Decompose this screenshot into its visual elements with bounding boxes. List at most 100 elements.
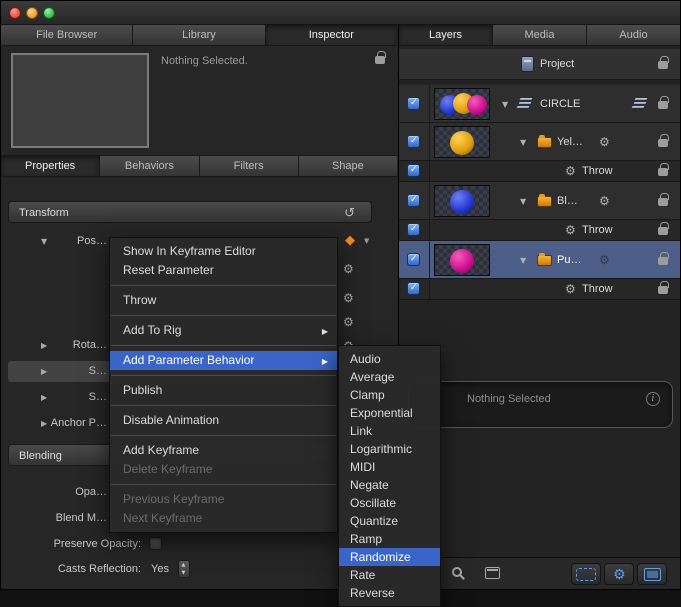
behavior-gear-icon: ⚙ (565, 283, 576, 295)
display-button[interactable] (637, 563, 667, 585)
tab-shape[interactable]: Shape (299, 156, 397, 177)
behavior-gear-icon[interactable]: ⚙ (343, 263, 354, 275)
menu-separator (111, 285, 336, 286)
layer-row-yellow[interactable]: ▼ Yel… ⚙ (399, 123, 680, 161)
menu-separator (111, 435, 336, 436)
layer-row-blue[interactable]: ▼ Bl… ⚙ (399, 182, 680, 220)
tab-filters[interactable]: Filters (200, 156, 299, 177)
behavior-gear-icon[interactable]: ⚙ (343, 316, 354, 328)
layers-stack-icon[interactable] (631, 97, 648, 111)
menu-item-throw[interactable]: Throw (110, 291, 337, 310)
submenu-item-rate[interactable]: Rate (339, 566, 440, 584)
menu-separator (111, 315, 336, 316)
param-label: Rota… (1, 339, 109, 351)
menu-item-add-parameter-behavior[interactable]: Add Parameter Behavior▶ (110, 351, 337, 370)
titlebar[interactable] (1, 1, 680, 25)
tab-library[interactable]: Library (133, 25, 265, 46)
lock-icon[interactable] (658, 168, 668, 176)
submenu-item-randomize[interactable]: Randomize (339, 548, 440, 566)
lock-icon[interactable] (658, 139, 668, 147)
stepper-control[interactable] (178, 560, 190, 578)
keyframe-diamond-icon[interactable]: ◆ (345, 234, 355, 247)
tab-media[interactable]: Media (493, 25, 587, 46)
submenu-item-midi[interactable]: MIDI (339, 458, 440, 476)
lock-icon[interactable] (658, 61, 668, 69)
section-title: Blending (19, 450, 62, 462)
layer-label: CIRCLE (540, 98, 580, 110)
settings-button[interactable]: ⚙ (604, 563, 634, 585)
layer-checkbox[interactable] (407, 135, 420, 148)
panel-window-icon[interactable] (485, 567, 500, 579)
menu-item-disable-animation[interactable]: Disable Animation (110, 411, 337, 430)
layer-checkbox[interactable] (407, 223, 420, 236)
tab-inspector[interactable]: Inspector (266, 25, 397, 46)
submenu-item-quantize[interactable]: Quantize (339, 512, 440, 530)
submenu-item-average[interactable]: Average (339, 368, 440, 386)
lock-icon[interactable] (658, 257, 668, 265)
layer-row-throw[interactable]: ⚙ Throw (399, 161, 680, 182)
submenu-item-negate[interactable]: Negate (339, 476, 440, 494)
lock-icon[interactable] (658, 227, 668, 235)
menu-item-show-in-keyframe-editor[interactable]: Show In Keyframe Editor (110, 242, 337, 261)
transform-section-header[interactable]: Transform ↺ (8, 201, 372, 223)
submenu-item-clamp[interactable]: Clamp (339, 386, 440, 404)
lock-icon[interactable] (658, 198, 668, 206)
layer-row-throw[interactable]: ⚙ Throw (399, 279, 680, 300)
menu-item-add-to-rig[interactable]: Add To Rig▶ (110, 321, 337, 340)
menu-item-publish[interactable]: Publish (110, 381, 337, 400)
behavior-gear-icon[interactable]: ⚙ (343, 292, 354, 304)
lock-icon[interactable] (658, 286, 668, 294)
motion-window: File Browser Library Inspector Nothing S… (0, 0, 681, 590)
submenu-item-link[interactable]: Link (339, 422, 440, 440)
info-icon: i (646, 392, 660, 406)
layer-label: Yel… (557, 136, 583, 148)
tab-audio[interactable]: Audio (587, 25, 680, 46)
behavior-gear-icon[interactable]: ⚙ (599, 195, 610, 207)
zoom-button[interactable] (43, 7, 55, 19)
minimize-button[interactable] (26, 7, 38, 19)
disclosure-down-icon[interactable]: ▼ (520, 256, 526, 265)
search-icon[interactable] (452, 567, 462, 577)
layer-checkbox[interactable] (407, 253, 420, 266)
submenu-item-audio[interactable]: Audio (339, 350, 440, 368)
layer-thumbnail[interactable] (434, 126, 490, 158)
layer-checkbox[interactable] (407, 164, 420, 177)
layer-row-project[interactable]: Project (399, 49, 680, 80)
tab-file-browser[interactable]: File Browser (1, 25, 133, 46)
behavior-gear-icon[interactable]: ⚙ (599, 136, 610, 148)
layer-checkbox[interactable] (407, 194, 420, 207)
submenu-item-exponential[interactable]: Exponential (339, 404, 440, 422)
animation-menu-chevron-icon[interactable]: ▼ (364, 238, 369, 245)
lock-icon[interactable] (375, 56, 385, 64)
submenu-item-ramp[interactable]: Ramp (339, 530, 440, 548)
disclosure-down-icon[interactable]: ▼ (520, 138, 526, 147)
close-button[interactable] (9, 7, 21, 19)
menu-item-add-keyframe[interactable]: Add Keyframe (110, 441, 337, 460)
tab-layers[interactable]: Layers (399, 25, 493, 46)
layer-row-throw[interactable]: ⚙ Throw (399, 220, 680, 241)
submenu-item-reverse[interactable]: Reverse (339, 584, 440, 602)
casts-reflection-value[interactable]: Yes (151, 563, 169, 575)
menu-item-reset-parameter[interactable]: Reset Parameter (110, 261, 337, 280)
disclosure-down-icon[interactable]: ▼ (520, 197, 526, 206)
submenu-item-oscillate[interactable]: Oscillate (339, 494, 440, 512)
layer-thumbnail[interactable] (434, 88, 490, 120)
param-row-preserve-opacity[interactable]: Preserve Opacity: (1, 534, 373, 556)
lock-icon[interactable] (658, 101, 668, 109)
tab-properties[interactable]: Properties (1, 156, 100, 177)
layer-thumbnail[interactable] (434, 244, 490, 276)
disclosure-down-icon[interactable]: ▼ (502, 100, 508, 109)
layer-checkbox[interactable] (407, 282, 420, 295)
preserve-opacity-checkbox[interactable] (149, 537, 162, 550)
tab-behaviors[interactable]: Behaviors (100, 156, 199, 177)
menu-separator (111, 375, 336, 376)
layer-thumbnail[interactable] (434, 185, 490, 217)
reset-arrow-icon[interactable]: ↺ (344, 204, 355, 224)
submenu-item-logarithmic[interactable]: Logarithmic (339, 440, 440, 458)
layer-row-purple-selected[interactable]: ▼ Pu… ⚙ (399, 241, 680, 279)
layer-row-circle-group[interactable]: ▼ CIRCLE (399, 85, 680, 123)
layer-checkbox[interactable] (407, 97, 420, 110)
behavior-gear-icon[interactable]: ⚙ (599, 254, 610, 266)
marquee-button[interactable] (571, 563, 601, 585)
param-row-casts-reflection[interactable]: Casts Reflection: Yes (1, 559, 373, 581)
